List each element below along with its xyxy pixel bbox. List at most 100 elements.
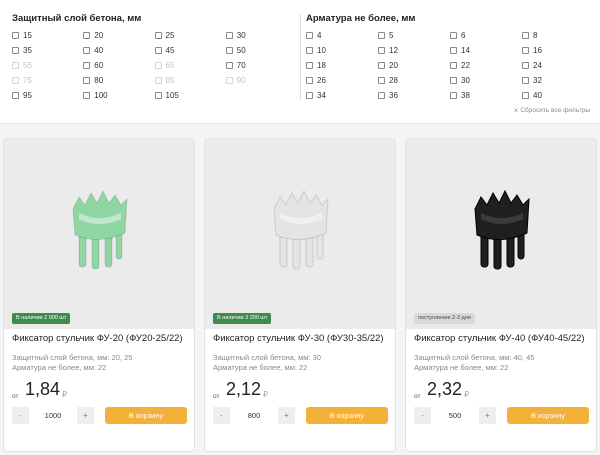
filter-option: 75 (12, 74, 83, 86)
filter-option[interactable]: 28 (378, 74, 450, 86)
price-prefix: от (414, 393, 421, 400)
filter-option[interactable]: 15 (12, 29, 83, 41)
filter-option[interactable]: 45 (154, 44, 226, 56)
filter-option[interactable]: 50 (225, 44, 297, 56)
quantity-input[interactable]: 1000 (29, 407, 77, 424)
product-name[interactable]: Фиксатор стульчик ФУ-40 (ФУ40-45/22) (414, 333, 585, 344)
checkbox[interactable] (378, 46, 385, 54)
decrease-quantity-button[interactable]: - (12, 407, 29, 424)
filter-option[interactable]: 30 (225, 29, 297, 41)
filter-option: 55 (12, 59, 83, 71)
checkbox[interactable] (378, 91, 385, 99)
increase-quantity-button[interactable]: + (77, 407, 94, 424)
checkbox[interactable] (83, 61, 91, 69)
filter-option[interactable]: 5 (378, 29, 450, 41)
quantity-input[interactable]: 800 (230, 407, 278, 424)
checkbox[interactable] (450, 91, 457, 99)
filter-option[interactable]: 34 (306, 89, 378, 101)
filter-option[interactable]: 25 (154, 29, 226, 41)
add-to-cart-button[interactable]: В корзину (306, 407, 388, 424)
filter-option[interactable]: 24 (522, 59, 594, 71)
filter-option[interactable]: 12 (378, 44, 450, 56)
product-image[interactable] (4, 139, 194, 329)
checkbox[interactable] (450, 61, 457, 69)
checkbox[interactable] (306, 91, 313, 99)
checkbox[interactable] (225, 46, 233, 54)
checkbox[interactable] (306, 61, 313, 69)
checkbox[interactable] (12, 91, 19, 99)
filter-option-label: 30 (461, 75, 470, 85)
price-prefix: от (12, 393, 19, 400)
filter-option[interactable]: 36 (378, 89, 450, 101)
checkbox[interactable] (378, 31, 385, 39)
checkbox[interactable] (154, 31, 162, 39)
checkbox[interactable] (12, 31, 19, 39)
checkbox[interactable] (522, 76, 529, 84)
add-to-cart-button[interactable]: В корзину (507, 407, 589, 424)
product-image[interactable] (205, 139, 395, 329)
filter-option-label: 34 (317, 90, 326, 100)
filter-option[interactable]: 20 (83, 29, 154, 41)
filter-option[interactable]: 16 (522, 44, 594, 56)
checkbox[interactable] (450, 31, 457, 39)
filter-option[interactable]: 40 (522, 89, 594, 101)
filter-option[interactable]: 105 (154, 89, 226, 101)
filter-option[interactable]: 14 (450, 44, 522, 56)
product-card[interactable]: В наличии 3 200 шт Фиксатор стульчик ФУ-… (204, 138, 396, 452)
checkbox[interactable] (522, 61, 529, 69)
filter-option-label: 20 (389, 60, 398, 70)
filter-option[interactable]: 70 (225, 59, 297, 71)
filter-option[interactable]: 40 (83, 44, 154, 56)
checkbox[interactable] (83, 76, 91, 84)
checkbox[interactable] (83, 31, 91, 39)
increase-quantity-button[interactable]: + (479, 407, 496, 424)
filter-option[interactable]: 18 (306, 59, 378, 71)
checkbox[interactable] (83, 46, 91, 54)
filter-option[interactable]: 20 (378, 59, 450, 71)
filter-option[interactable]: 22 (450, 59, 522, 71)
increase-quantity-button[interactable]: + (278, 407, 295, 424)
filter-option[interactable]: 10 (306, 44, 378, 56)
filter-option[interactable]: 80 (83, 74, 154, 86)
filter-option: 85 (154, 74, 226, 86)
checkbox[interactable] (306, 76, 313, 84)
filter-option[interactable]: 100 (83, 89, 154, 101)
filter-option[interactable]: 26 (306, 74, 378, 86)
checkbox[interactable] (306, 31, 313, 39)
filter-option[interactable]: 32 (522, 74, 594, 86)
checkbox[interactable] (450, 76, 457, 84)
decrease-quantity-button[interactable]: - (414, 407, 431, 424)
checkbox[interactable] (522, 46, 529, 54)
filter-option[interactable]: 30 (450, 74, 522, 86)
filter-option[interactable]: 60 (83, 59, 154, 71)
product-image[interactable] (406, 139, 596, 329)
checkbox (12, 61, 19, 69)
checkbox[interactable] (225, 31, 233, 39)
product-name[interactable]: Фиксатор стульчик ФУ-30 (ФУ30-35/22) (213, 333, 384, 344)
checkbox[interactable] (306, 46, 313, 54)
filter-option[interactable]: 6 (450, 29, 522, 41)
reset-filters-link[interactable]: × Сбросить все фильтры (514, 106, 590, 115)
checkbox[interactable] (450, 46, 457, 54)
filter-option[interactable]: 95 (12, 89, 83, 101)
filter-option[interactable]: 35 (12, 44, 83, 56)
checkbox[interactable] (522, 31, 529, 39)
quantity-input[interactable]: 500 (431, 407, 479, 424)
decrease-quantity-button[interactable]: - (213, 407, 230, 424)
checkbox[interactable] (378, 76, 385, 84)
product-card[interactable]: поступление 2-3 дня Фиксатор стульчик ФУ… (405, 138, 597, 452)
product-name[interactable]: Фиксатор стульчик ФУ-20 (ФУ20-25/22) (12, 333, 183, 344)
filter-option-label: 22 (461, 60, 470, 70)
checkbox[interactable] (12, 46, 19, 54)
checkbox[interactable] (522, 91, 529, 99)
checkbox[interactable] (154, 46, 162, 54)
checkbox[interactable] (83, 91, 91, 99)
add-to-cart-button[interactable]: В корзину (105, 407, 187, 424)
filter-option[interactable]: 38 (450, 89, 522, 101)
filter-option[interactable]: 4 (306, 29, 378, 41)
checkbox[interactable] (225, 61, 233, 69)
checkbox[interactable] (154, 91, 162, 99)
filter-option[interactable]: 8 (522, 29, 594, 41)
product-card[interactable]: В наличии 2 000 шт Фиксатор стульчик ФУ-… (3, 138, 195, 452)
checkbox[interactable] (378, 61, 385, 69)
